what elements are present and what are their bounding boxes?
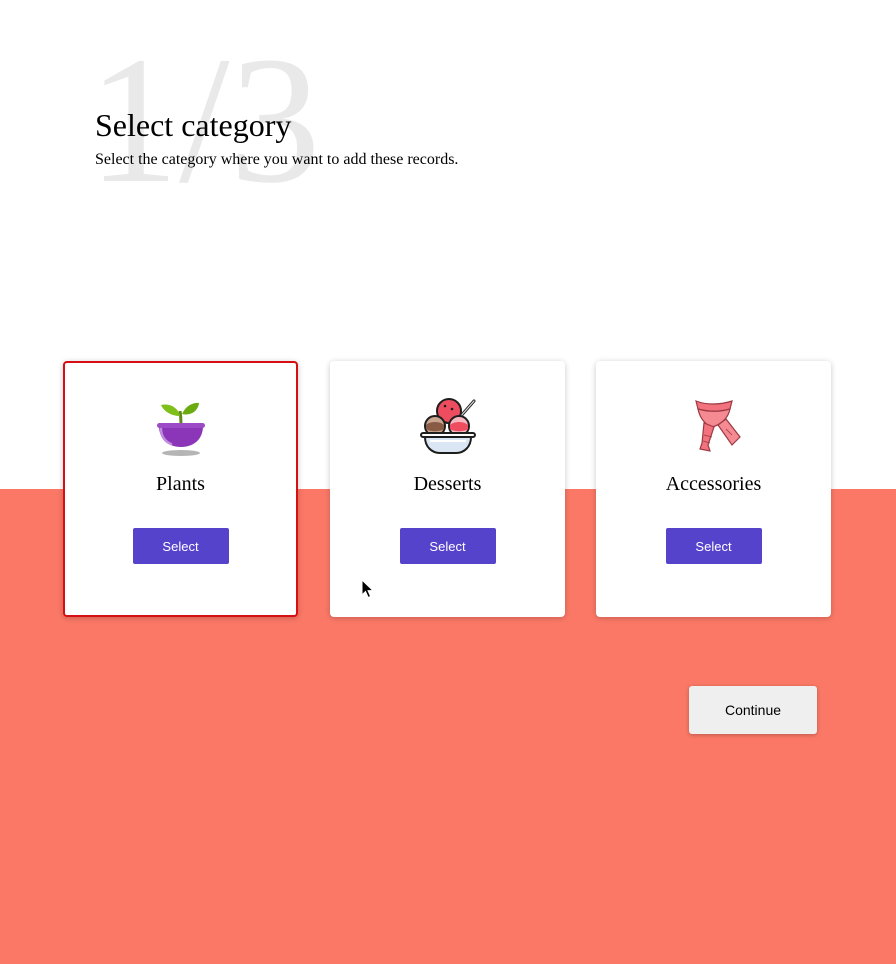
plant-pot-icon [156,402,205,456]
page-subtitle: Select the category where you want to ad… [95,151,459,168]
category-label: Plants [156,473,205,495]
ice-cream-bowl-icon [419,398,476,454]
page-title: Select category [95,107,292,143]
select-desserts-button[interactable]: Select [399,528,496,564]
mouse-cursor-icon [361,579,375,599]
category-label: Desserts [413,473,482,495]
continue-button[interactable]: Continue [689,686,817,734]
scarf-icon [694,400,741,452]
select-plants-button[interactable]: Select [132,528,229,564]
select-accessories-button[interactable]: Select [665,528,762,564]
category-label: Accessories [665,473,762,495]
category-card-accessories[interactable]: Accessories Select [596,361,831,617]
category-card-plants[interactable]: Plants Select [63,361,298,617]
